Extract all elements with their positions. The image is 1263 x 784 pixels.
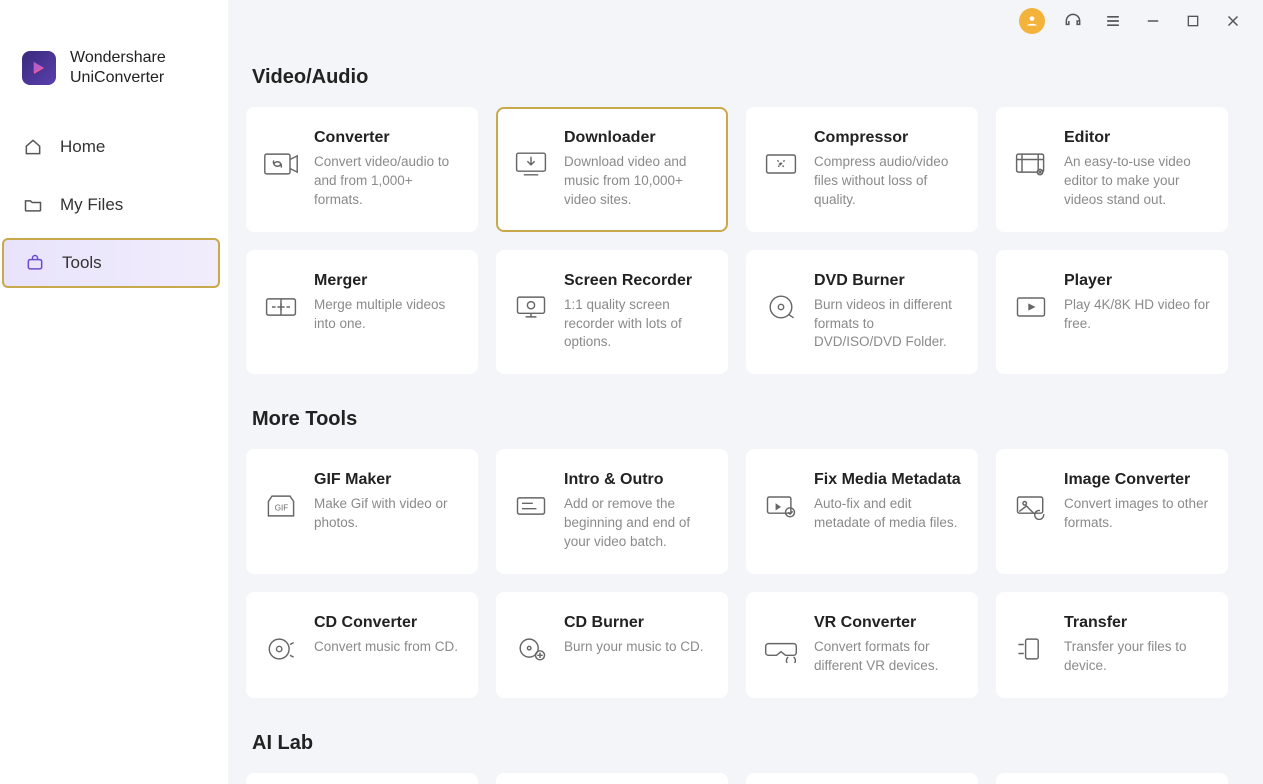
card-subtitle-editor[interactable]: Subtitle Editor (996, 773, 1228, 784)
card-title: VR Converter (814, 614, 962, 632)
card-cd-burner[interactable]: CD Burner Burn your music to CD. (496, 592, 728, 698)
vr-converter-icon (762, 630, 800, 668)
card-compressor[interactable]: Compressor Compress audio/video files wi… (746, 107, 978, 232)
dvd-burner-icon (762, 288, 800, 326)
sidebar-item-home[interactable]: Home (0, 122, 228, 172)
card-title: Transfer (1064, 614, 1212, 632)
card-title: Intro & Outro (564, 471, 712, 489)
card-desc: Transfer your files to device. (1064, 638, 1212, 676)
card-cd-converter[interactable]: CD Converter Convert music from CD. (246, 592, 478, 698)
minimize-button[interactable] (1141, 9, 1165, 33)
sidebar-item-label: My Files (60, 195, 123, 215)
intro-outro-icon (512, 487, 550, 525)
card-desc: Compress audio/video files without loss … (814, 153, 962, 210)
downloader-icon (512, 145, 550, 183)
main-content: Video/Audio Converter Convert video/audi… (228, 0, 1263, 784)
brand-line2: UniConverter (70, 68, 166, 88)
titlebar (1019, 8, 1245, 34)
card-gif-maker[interactable]: GIF GIF Maker Make Gif with video or pho… (246, 449, 478, 574)
transfer-icon (1012, 630, 1050, 668)
brand-line1: Wondershare (70, 48, 166, 68)
card-desc: Convert video/audio to and from 1,000+ f… (314, 153, 462, 210)
compressor-icon (762, 145, 800, 183)
grid-video-audio: Converter Convert video/audio to and fro… (246, 107, 1239, 374)
user-avatar-button[interactable] (1019, 8, 1045, 34)
card-title: Converter (314, 129, 462, 147)
toolbox-icon (24, 252, 46, 274)
card-title: Downloader (564, 129, 712, 147)
player-icon (1012, 288, 1050, 326)
card-screen-recorder[interactable]: Screen Recorder 1:1 quality screen recor… (496, 250, 728, 375)
sidebar: Wondershare UniConverter Home My Files (0, 0, 228, 784)
card-desc: Convert music from CD. (314, 638, 462, 657)
card-title: CD Burner (564, 614, 712, 632)
converter-icon (262, 145, 300, 183)
card-title: GIF Maker (314, 471, 462, 489)
card-dvd-burner[interactable]: DVD Burner Burn videos in different form… (746, 250, 978, 375)
home-icon (22, 136, 44, 158)
card-auto-crop[interactable]: Auto Crop (746, 773, 978, 784)
card-downloader[interactable]: Downloader Download video and music from… (496, 107, 728, 232)
screen-recorder-icon (512, 288, 550, 326)
support-button[interactable] (1061, 9, 1085, 33)
brand-logo (22, 51, 56, 85)
card-desc: Play 4K/8K HD video for free. (1064, 296, 1212, 334)
card-desc: Burn videos in different formats to DVD/… (814, 296, 962, 353)
sidebar-item-label: Tools (62, 253, 102, 273)
menu-button[interactable] (1101, 9, 1125, 33)
card-desc: Make Gif with video or photos. (314, 495, 462, 533)
gif-maker-icon: GIF (262, 487, 300, 525)
card-desc: 1:1 quality screen recorder with lots of… (564, 296, 712, 353)
card-title: Screen Recorder (564, 272, 712, 290)
close-button[interactable] (1221, 9, 1245, 33)
card-title: CD Converter (314, 614, 462, 632)
folder-icon (22, 194, 44, 216)
card-smart-trimmer[interactable]: Smart Trimmer (496, 773, 728, 784)
card-fix-media-metadata[interactable]: Fix Media Metadata Auto-fix and edit met… (746, 449, 978, 574)
card-desc: Convert formats for different VR devices… (814, 638, 962, 676)
section-title-video-audio: Video/Audio (252, 66, 1239, 89)
card-desc: Merge multiple videos into one. (314, 296, 462, 334)
image-converter-icon (1012, 487, 1050, 525)
card-title: Compressor (814, 129, 962, 147)
card-desc: Add or remove the beginning and end of y… (564, 495, 712, 552)
card-transfer[interactable]: Transfer Transfer your files to device. (996, 592, 1228, 698)
editor-icon (1012, 145, 1050, 183)
card-vr-converter[interactable]: VR Converter Convert formats for differe… (746, 592, 978, 698)
card-desc: An easy-to-use video editor to make your… (1064, 153, 1212, 210)
card-desc: Auto-fix and edit metadate of media file… (814, 495, 962, 533)
card-title: Merger (314, 272, 462, 290)
card-desc: Convert images to other formats. (1064, 495, 1212, 533)
card-merger[interactable]: Merger Merge multiple videos into one. (246, 250, 478, 375)
svg-text:GIF: GIF (275, 504, 289, 513)
brand: Wondershare UniConverter (0, 40, 228, 118)
grid-more-tools: GIF GIF Maker Make Gif with video or pho… (246, 449, 1239, 697)
card-title: Fix Media Metadata (814, 471, 962, 489)
merger-icon (262, 288, 300, 326)
fix-metadata-icon (762, 487, 800, 525)
card-converter[interactable]: Converter Convert video/audio to and fro… (246, 107, 478, 232)
sidebar-item-tools[interactable]: Tools (2, 238, 220, 288)
card-desc: Download video and music from 10,000+ vi… (564, 153, 712, 210)
sidebar-item-label: Home (60, 137, 105, 157)
card-title: Editor (1064, 129, 1212, 147)
card-title: Player (1064, 272, 1212, 290)
card-intro-outro[interactable]: Intro & Outro Add or remove the beginnin… (496, 449, 728, 574)
card-player[interactable]: Player Play 4K/8K HD video for free. (996, 250, 1228, 375)
grid-ai-lab: Watermark Editor Smart Trimmer Auto Crop (246, 773, 1239, 784)
brand-text: Wondershare UniConverter (70, 48, 166, 88)
card-watermark-editor[interactable]: Watermark Editor (246, 773, 478, 784)
card-title: DVD Burner (814, 272, 962, 290)
sidebar-item-my-files[interactable]: My Files (0, 180, 228, 230)
maximize-button[interactable] (1181, 9, 1205, 33)
card-title: Image Converter (1064, 471, 1212, 489)
section-title-more-tools: More Tools (252, 408, 1239, 431)
card-editor[interactable]: Editor An easy-to-use video editor to ma… (996, 107, 1228, 232)
app-window: Wondershare UniConverter Home My Files (0, 0, 1263, 784)
cd-burner-icon (512, 630, 550, 668)
card-image-converter[interactable]: Image Converter Convert images to other … (996, 449, 1228, 574)
cd-converter-icon (262, 630, 300, 668)
card-desc: Burn your music to CD. (564, 638, 712, 657)
section-title-ai-lab: AI Lab (252, 732, 1239, 755)
